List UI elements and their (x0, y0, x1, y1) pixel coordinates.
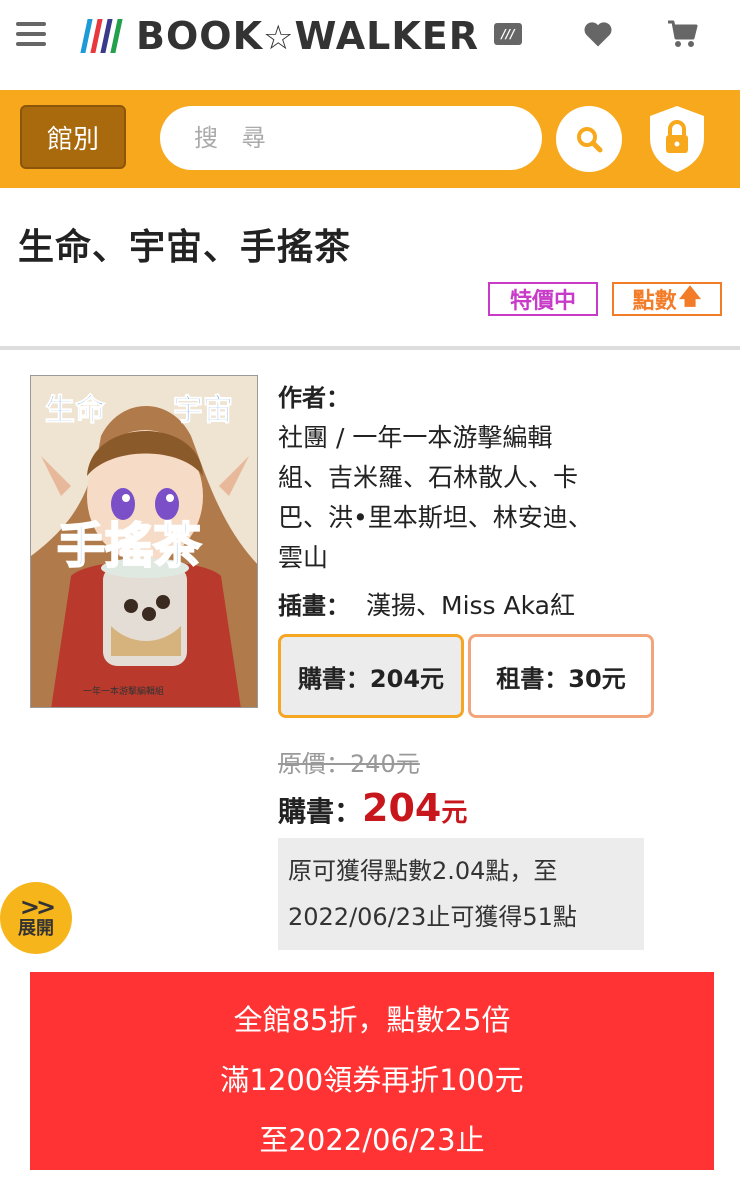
search-button[interactable] (556, 106, 622, 172)
price-unit: 元 (441, 798, 468, 828)
buy-price: 購書： 204 元 (278, 786, 467, 830)
svg-text:生命: 生命 (45, 393, 106, 428)
search-input[interactable] (160, 106, 542, 170)
double-chevron-icon: >> (19, 893, 56, 921)
menu-icon[interactable] (16, 22, 46, 48)
original-price: 原價：240元 (278, 750, 420, 778)
author-label: 作者： (278, 384, 350, 412)
author-list[interactable]: 社團 / 一年一本游擊編輯 組、吉米羅、石林散人、卡 巴、洪•里本斯坦、林安迪、… (278, 418, 638, 578)
category-button[interactable]: 館別 (20, 105, 126, 169)
divider (0, 346, 740, 350)
arrow-up-icon: 🡅 (678, 285, 702, 310)
book-cover[interactable]: 生命 宇宙 手搖茶 一年一本游擊編輯組 (30, 375, 258, 708)
lock-shield-icon[interactable] (646, 104, 708, 174)
expand-button[interactable]: >> 展開 (0, 882, 72, 954)
cart-icon[interactable] (664, 16, 700, 52)
points-tag: 點數 🡅 (612, 282, 722, 316)
rent-option-button[interactable]: 租書：30元 (468, 634, 654, 718)
points-info: 原可獲得點數2.04點，至 2022/06/23止可獲得51點 (278, 838, 644, 950)
illustrator-row: 插畫： 漢揚、Miss Aka紅 (278, 586, 575, 622)
top-bar: BOOK☆WALKER /// (0, 0, 740, 90)
buy-price-label: 購書： (278, 795, 363, 828)
bookwalker-logo[interactable]: BOOK☆WALKER (80, 12, 480, 60)
svg-text:宇宙: 宇宙 (173, 393, 233, 428)
page-title: 生命、宇宙、手搖茶 (18, 227, 352, 268)
heart-icon[interactable] (580, 16, 616, 52)
illustrator-name[interactable]: 漢揚、Miss Aka紅 (366, 591, 575, 620)
buy-option-button[interactable]: 購書：204元 (278, 634, 464, 718)
svg-text:手搖茶: 手搖茶 (57, 518, 202, 574)
logo-text: BOOK☆WALKER (136, 14, 480, 58)
sale-tag: 特價中 (488, 282, 598, 316)
search-bar: 館別 (0, 90, 740, 188)
illustrator-label: 插畫： (278, 592, 350, 620)
library-icon[interactable]: /// (490, 16, 526, 52)
price-value: 204 (362, 786, 442, 830)
svg-text:一年一本游擊編輯組: 一年一本游擊編輯組 (83, 685, 164, 697)
search-icon (577, 127, 603, 153)
logo-bars (80, 19, 124, 53)
promo-banner[interactable]: 全館85折，點數25倍 滿1200領券再折100元 至2022/06/23止 (30, 972, 714, 1170)
